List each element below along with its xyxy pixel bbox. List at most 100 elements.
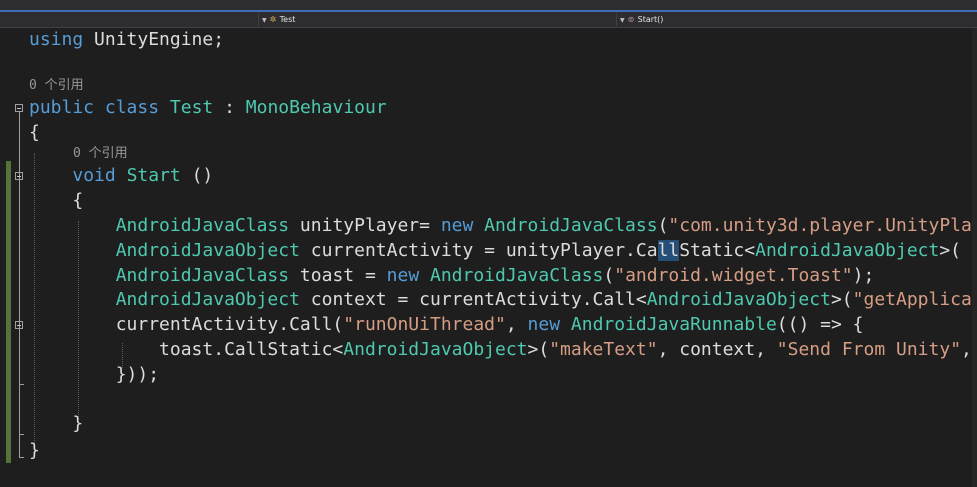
code-token: ); — [852, 265, 875, 286]
code-line[interactable]: AndroidJavaObject context = currentActiv… — [29, 288, 972, 312]
code-token: (() => { — [776, 314, 864, 335]
code-token: , — [505, 314, 528, 335]
code-token: Static< — [679, 240, 756, 261]
change-indicator-bar — [6, 161, 11, 463]
keyword-token: class — [104, 97, 160, 118]
code-token: } — [29, 413, 84, 434]
type-token: AndroidJavaClass — [484, 215, 658, 236]
code-token: , context, — [657, 339, 777, 360]
code-line[interactable]: { — [29, 189, 83, 213]
chevron-down-icon: ▼ — [262, 17, 267, 24]
nav-separator — [616, 13, 617, 26]
code-token: ( — [603, 265, 615, 286]
fold-end — [19, 384, 24, 385]
collapse-icon[interactable] — [15, 321, 23, 329]
type-token: MonoBehaviour — [245, 97, 387, 118]
code-token: () — [180, 165, 214, 186]
selected-text: ll — [657, 240, 680, 261]
collapse-icon[interactable] — [15, 104, 23, 112]
code-line[interactable]: { — [29, 121, 40, 145]
code-token: currentActivity.Call( — [29, 314, 344, 335]
class-icon: ✲ — [269, 15, 277, 24]
member-dropdown-label: Start() — [637, 15, 664, 24]
class-dropdown[interactable]: ▼ ✲ Test — [262, 13, 295, 26]
code-line[interactable]: currentActivity.Call("runOnUiThread", ne… — [29, 313, 864, 337]
code-line[interactable]: })); — [29, 363, 159, 387]
type-token: AndroidJavaClass — [115, 215, 290, 236]
code-line[interactable]: } — [29, 439, 40, 463]
code-editor[interactable]: using UnityEngine; 0 个引用 public class Te… — [0, 28, 977, 487]
navigation-bar: ▼ ✲ Test ▼ ⊚ Start() — [0, 0, 977, 28]
string-token: "getApplica — [852, 289, 972, 310]
type-token: AndroidJavaObject — [755, 240, 940, 261]
code-line[interactable]: AndroidJavaClass toast = new AndroidJava… — [29, 264, 875, 288]
fold-end — [19, 434, 24, 435]
code-line[interactable]: } — [29, 412, 83, 436]
code-line[interactable]: AndroidJavaClass unityPlayer= new Androi… — [29, 214, 972, 238]
type-token: AndroidJavaObject — [115, 289, 300, 310]
class-dropdown-label: Test — [279, 15, 296, 24]
code-line[interactable]: void Start () — [29, 164, 213, 188]
code-token: currentActivity = unityPlayer.Ca — [299, 240, 658, 261]
code-token: context = currentActivity.Call< — [299, 289, 647, 310]
keyword-token: public — [29, 97, 95, 118]
vertical-scrollbar[interactable] — [972, 28, 977, 487]
code-token: unityPlayer= — [289, 215, 441, 236]
collapse-icon[interactable] — [15, 172, 23, 180]
type-token: AndroidJavaObject — [646, 289, 831, 310]
string-token: "com.unity3d.player.UnityPla — [668, 215, 972, 236]
code-token: toast.CallStatic< — [29, 339, 344, 360]
fold-guide — [19, 329, 20, 384]
code-line[interactable]: toast.CallStatic<AndroidJavaObject>("mak… — [29, 338, 972, 362]
keyword-token: new — [440, 215, 474, 236]
keyword-token: using — [29, 29, 84, 50]
chevron-down-icon: ▼ — [620, 17, 625, 24]
string-token: "runOnUiThread" — [343, 314, 506, 335]
type-token: AndroidJavaObject — [343, 339, 528, 360]
type-token: Test — [169, 97, 214, 118]
code-token: { — [29, 122, 40, 143]
code-line[interactable]: AndroidJavaObject currentActivity = unit… — [29, 239, 961, 263]
method-references-lens[interactable]: 0 个引用 — [73, 145, 128, 163]
type-token: AndroidJavaClass — [430, 265, 604, 286]
fold-end — [19, 457, 24, 458]
keyword-token: void — [72, 165, 116, 186]
type-token: AndroidJavaClass — [115, 265, 290, 286]
class-references-lens[interactable]: 0 个引用 — [29, 77, 84, 95]
code-token: >( — [830, 289, 853, 310]
type-token: AndroidJavaObject — [115, 240, 300, 261]
code-token: toast = — [289, 265, 387, 286]
code-token: UnityEngine; — [83, 29, 225, 50]
code-token: >( — [527, 339, 550, 360]
code-token: } — [29, 440, 40, 461]
code-token: , — [961, 339, 972, 360]
member-dropdown[interactable]: ▼ ⊚ Start() — [620, 13, 663, 26]
code-token: : — [213, 97, 246, 118]
code-token: ( — [657, 215, 669, 236]
string-token: "android.widget.Toast" — [614, 265, 853, 286]
string-token: "Send From Unity" — [776, 339, 962, 360]
fold-guide — [19, 180, 20, 434]
type-token: Start — [126, 165, 181, 186]
code-line[interactable]: using UnityEngine; — [29, 28, 224, 52]
code-line[interactable]: public class Test : MonoBehaviour — [29, 96, 387, 120]
type-token: AndroidJavaRunnable — [570, 314, 777, 335]
code-token: >( — [939, 240, 962, 261]
title-accent-line — [0, 10, 977, 12]
code-token: })); — [29, 364, 160, 385]
keyword-token: new — [527, 314, 561, 335]
string-token: "makeText" — [549, 339, 658, 360]
method-icon: ⊚ — [627, 15, 635, 24]
nav-separator — [258, 13, 259, 26]
